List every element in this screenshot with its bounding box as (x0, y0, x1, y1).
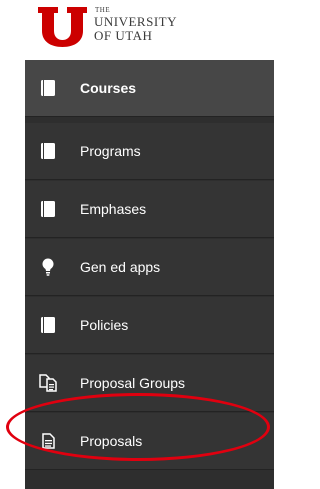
nav-item-programs[interactable]: Programs (25, 123, 274, 180)
book-icon (39, 200, 57, 218)
nav-item-gen-ed-apps[interactable]: Gen ed apps (25, 239, 274, 296)
nav-item-proposal-groups[interactable]: Proposal Groups (25, 355, 274, 412)
nav-item-label: Gen ed apps (80, 259, 161, 275)
university-logo (38, 7, 87, 47)
nav-item-label: Emphases (80, 201, 147, 217)
nav-item-policies[interactable]: Policies (25, 297, 274, 354)
wordmark-university: UNIVERSITY (94, 14, 177, 29)
nav-item-label: Proposal Groups (80, 375, 186, 391)
book-icon (39, 142, 57, 160)
nav-item-label: Policies (80, 317, 129, 333)
nav-item-label: Courses (80, 80, 137, 96)
book-icon (39, 79, 57, 97)
document-icon (39, 432, 57, 450)
nav-item-courses[interactable]: Courses (25, 60, 274, 117)
nav-item-label: Programs (80, 143, 141, 159)
nav-item-emphases[interactable]: Emphases (25, 181, 274, 238)
nav-item-proposals[interactable]: Proposals (25, 413, 274, 470)
documents-icon (39, 374, 57, 392)
wordmark-the: THE (95, 6, 111, 14)
sidebar-nav: Courses Programs Emphases Gen ed apps Po (25, 60, 274, 489)
nav-item-label: Proposals (80, 433, 143, 449)
lightbulb-icon (39, 258, 57, 276)
header: THE UNIVERSITY OF UTAH (0, 0, 274, 60)
sidebar: Courses Programs Emphases Gen ed apps Po (0, 60, 274, 489)
university-wordmark: THE UNIVERSITY OF UTAH (94, 6, 177, 43)
book-icon (39, 316, 57, 334)
wordmark-of-utah: OF UTAH (94, 28, 153, 43)
